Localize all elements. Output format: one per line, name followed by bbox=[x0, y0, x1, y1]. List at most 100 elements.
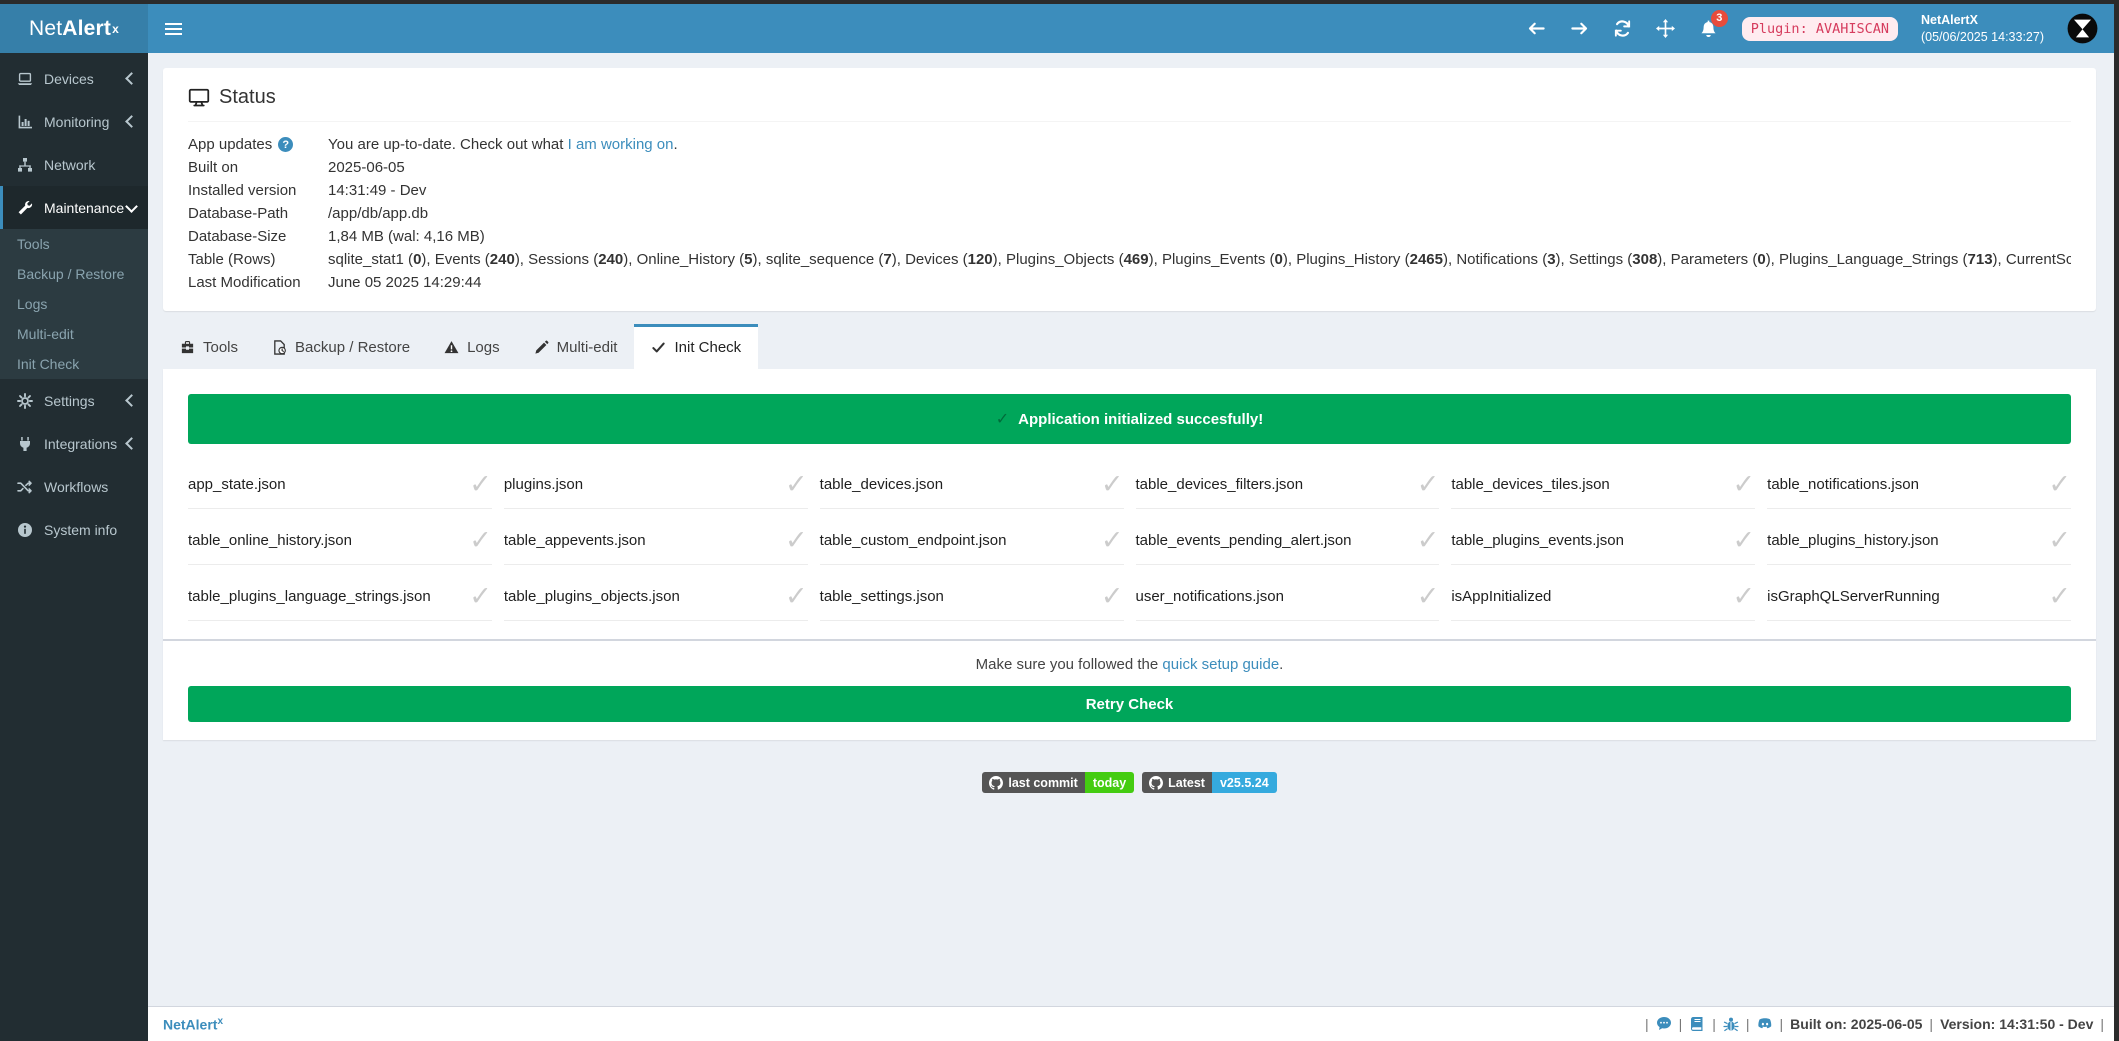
footer-version: Version: 14:31:50 - Dev bbox=[1940, 1016, 2093, 1032]
field-value: You are up-to-date. Check out what bbox=[328, 136, 568, 153]
tab-label: Init Check bbox=[674, 339, 741, 356]
init-check-item-label: isGraphQLServerRunning bbox=[1767, 588, 1940, 605]
docs-book-icon[interactable] bbox=[1689, 1016, 1705, 1032]
monitor-icon bbox=[188, 88, 210, 107]
init-check-item-user-notifications-json: user_notifications.json ✓ bbox=[1136, 572, 1440, 621]
success-banner-text: Application initialized succesfully! bbox=[1018, 411, 1263, 428]
success-banner: ✓ Application initialized succesfully! bbox=[188, 394, 2071, 444]
last-commit-badge[interactable]: last commit today bbox=[982, 772, 1134, 793]
field-label: Last Modification bbox=[188, 274, 328, 292]
sidebar-item-settings[interactable]: Settings bbox=[0, 379, 148, 422]
sidebar-item-label: System info bbox=[44, 522, 117, 538]
table-rows-value: sqlite_stat1 (0), Events (240), Sessions… bbox=[328, 251, 2071, 269]
tab-label: Logs bbox=[467, 339, 500, 356]
separator: | bbox=[1679, 1016, 1683, 1032]
sidebar-toggle-button[interactable] bbox=[148, 4, 198, 53]
status-row-last-modification: Last Modification June 05 2025 14:29:44 bbox=[188, 274, 2071, 292]
status-card: Status App updates ? You are up-to-date.… bbox=[163, 68, 2096, 311]
check-icon: ✓ bbox=[1101, 527, 1124, 554]
init-check-item-table-plugins-language-strings-json: table_plugins_language_strings.json ✓ bbox=[188, 572, 492, 621]
init-check-item-table-devices-tiles-json: table_devices_tiles.json ✓ bbox=[1451, 460, 1755, 509]
tab-tools[interactable]: Tools bbox=[163, 324, 255, 369]
chat-icon[interactable] bbox=[1656, 1016, 1672, 1032]
badge-value: v25.5.24 bbox=[1212, 772, 1277, 793]
check-icon: ✓ bbox=[469, 471, 492, 498]
sidebar-item-backup-restore[interactable]: Backup / Restore bbox=[0, 259, 148, 289]
table-row-count: sqlite_stat1 (0), bbox=[328, 251, 435, 268]
separator: | bbox=[1780, 1016, 1784, 1032]
sidebar-item-multi-edit[interactable]: Multi-edit bbox=[0, 319, 148, 349]
field-label: Table (Rows) bbox=[188, 251, 328, 269]
footer-brand-link[interactable]: NetAlertx bbox=[163, 1016, 223, 1033]
chevron-icon bbox=[125, 394, 138, 407]
table-row-count: Plugins_Language_Strings (713), bbox=[1779, 251, 2006, 268]
separator: | bbox=[1645, 1016, 1649, 1032]
table-row-count: Plugins_History (2465), bbox=[1296, 251, 1456, 268]
refresh-icon[interactable] bbox=[1613, 19, 1633, 39]
init-check-item-label: table_devices_filters.json bbox=[1136, 476, 1304, 493]
help-icon[interactable]: ? bbox=[278, 137, 293, 152]
tab-backup-restore[interactable]: Backup / Restore bbox=[255, 324, 427, 369]
github-icon bbox=[989, 776, 1003, 790]
sidebar-item-devices[interactable]: Devices bbox=[0, 57, 148, 100]
check-icon: ✓ bbox=[2048, 583, 2071, 610]
logo-text-light: Net bbox=[29, 17, 62, 41]
notifications-bell-icon[interactable]: 3 bbox=[1699, 19, 1719, 39]
init-check-item-table-appevents-json: table_appevents.json ✓ bbox=[504, 516, 808, 565]
init-check-item-table-events-pending-alert-json: table_events_pending_alert.json ✓ bbox=[1136, 516, 1440, 565]
app-logo[interactable]: NetAlertx bbox=[0, 4, 148, 53]
table-row-count: Devices (120), bbox=[905, 251, 1006, 268]
check-icon: ✓ bbox=[1101, 471, 1124, 498]
laptop-icon bbox=[17, 71, 36, 87]
bug-icon[interactable] bbox=[1723, 1016, 1739, 1032]
sidebar: Devices Monitoring Network Maintenance T… bbox=[0, 53, 148, 1041]
user-timestamp: (05/06/2025 14:33:27) bbox=[1921, 29, 2044, 45]
sidebar-item-tools[interactable]: Tools bbox=[0, 229, 148, 259]
tab-init-check[interactable]: Init Check bbox=[634, 324, 758, 369]
sidebar-item-monitoring[interactable]: Monitoring bbox=[0, 100, 148, 143]
field-label: Built on bbox=[188, 159, 328, 177]
latest-version-badge[interactable]: Latest v25.5.24 bbox=[1142, 772, 1277, 793]
avatar[interactable] bbox=[2067, 13, 2098, 44]
tab-logs[interactable]: Logs bbox=[427, 324, 517, 369]
retry-check-button[interactable]: Retry Check bbox=[188, 686, 2071, 722]
init-check-item-label: table_plugins_events.json bbox=[1451, 532, 1624, 549]
init-check-item-label: table_plugins_language_strings.json bbox=[188, 588, 431, 605]
working-on-link[interactable]: I am working on bbox=[568, 136, 674, 153]
status-row-built-on: Built on 2025-06-05 bbox=[188, 159, 2071, 177]
table-row-count: Settings (308), bbox=[1569, 251, 1671, 268]
status-row-database-path: Database-Path /app/db/app.db bbox=[188, 205, 2071, 223]
sidebar-item-label: Backup / Restore bbox=[17, 266, 124, 282]
footer-right: | | | | | Built on: 2025-06-05 | Version… bbox=[1645, 1016, 2104, 1032]
init-check-item-label: table_events_pending_alert.json bbox=[1136, 532, 1352, 549]
init-check-item-label: isAppInitialized bbox=[1451, 588, 1551, 605]
sidebar-item-system-info[interactable]: System info bbox=[0, 508, 148, 551]
tab-label: Backup / Restore bbox=[295, 339, 410, 356]
field-label: Database-Path bbox=[188, 205, 328, 223]
sidebar-item-label: Workflows bbox=[44, 479, 108, 495]
sidebar-item-label: Network bbox=[44, 157, 95, 173]
screen-top-edge bbox=[0, 0, 2119, 4]
move-arrows-icon[interactable] bbox=[1656, 19, 1676, 39]
sidebar-item-integrations[interactable]: Integrations bbox=[0, 422, 148, 465]
status-rows: App updates ? You are up-to-date. Check … bbox=[188, 122, 2071, 292]
warning-icon bbox=[444, 340, 459, 355]
back-arrow-icon[interactable] bbox=[1527, 19, 1547, 39]
sidebar-item-init-check[interactable]: Init Check bbox=[0, 349, 148, 379]
forward-arrow-icon[interactable] bbox=[1570, 19, 1590, 39]
sidebar-item-network[interactable]: Network bbox=[0, 143, 148, 186]
separator: | bbox=[1712, 1016, 1716, 1032]
sidebar-item-workflows[interactable]: Workflows bbox=[0, 465, 148, 508]
check-icon: ✓ bbox=[469, 583, 492, 610]
tab-multi-edit[interactable]: Multi-edit bbox=[517, 324, 635, 369]
sidebar-item-logs[interactable]: Logs bbox=[0, 289, 148, 319]
field-value: 14:31:49 - Dev bbox=[328, 182, 2071, 200]
sidebar-item-maintenance[interactable]: Maintenance bbox=[0, 186, 148, 229]
init-check-item-table-plugins-objects-json: table_plugins_objects.json ✓ bbox=[504, 572, 808, 621]
plugin-status-badge[interactable]: Plugin: AVAHISCAN bbox=[1742, 17, 1898, 41]
chevron-icon bbox=[125, 437, 138, 450]
quick-setup-guide-link[interactable]: quick setup guide bbox=[1162, 656, 1279, 673]
discord-icon[interactable] bbox=[1757, 1016, 1773, 1032]
chevron-icon bbox=[125, 200, 138, 213]
init-check-item-table-devices-filters-json: table_devices_filters.json ✓ bbox=[1136, 460, 1440, 509]
